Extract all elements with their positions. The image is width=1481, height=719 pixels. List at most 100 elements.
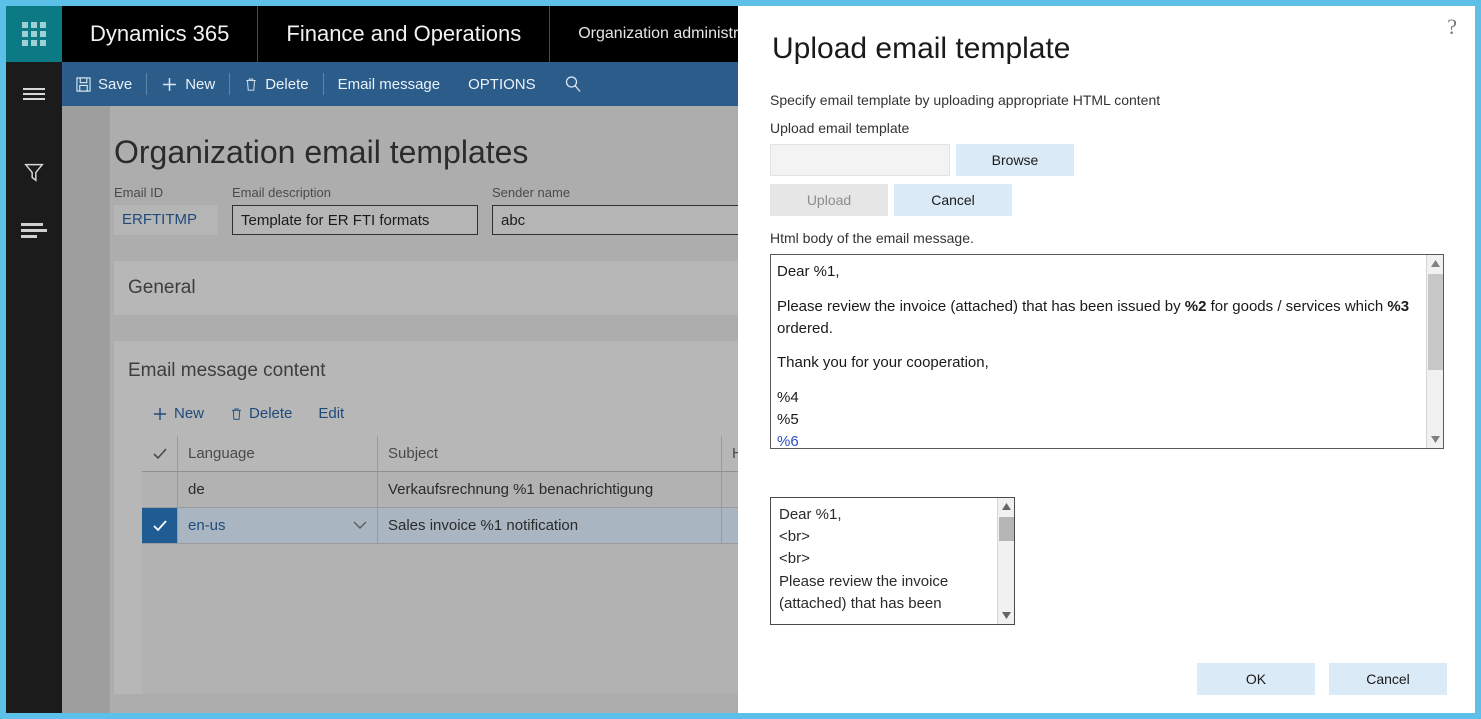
file-picker-row: Browse: [738, 136, 1475, 176]
email-description-input[interactable]: Template for ER FTI formats: [232, 205, 478, 235]
scroll-down-arrow-icon[interactable]: [1427, 431, 1444, 448]
browse-button[interactable]: Browse: [956, 144, 1074, 176]
html-body-token-5: %5: [777, 409, 1433, 431]
grid-edit-button[interactable]: Edit: [308, 401, 354, 426]
new-label: New: [185, 76, 215, 93]
upload-field-label: Upload email template: [738, 108, 1475, 136]
html-body-paragraph-3: Thank you for your cooperation,: [777, 352, 1433, 374]
column-header-language[interactable]: Language: [178, 436, 378, 471]
save-disk-icon: [76, 77, 91, 92]
p2-token-3: %3: [1387, 298, 1409, 315]
trash-icon: [230, 407, 243, 421]
options-tab[interactable]: OPTIONS: [454, 62, 550, 106]
cell-language[interactable]: en-us: [178, 508, 378, 543]
html-body-token-4: %4: [777, 387, 1433, 409]
html-body-token-6: %6: [777, 431, 1433, 450]
save-button[interactable]: Save: [62, 62, 146, 106]
scrollbar-thumb[interactable]: [999, 517, 1014, 541]
funnel-filter-icon: [23, 161, 45, 183]
html-body-label: Html body of the email message.: [738, 216, 1475, 246]
row-select-checkbox[interactable]: [142, 472, 178, 507]
scrollbar-thumb[interactable]: [1428, 274, 1443, 370]
section-email-message-content-label: Email message content: [128, 360, 326, 382]
preview-line: <br>: [779, 526, 1006, 548]
cell-subject[interactable]: Verkaufsrechnung %1 benachrichtigung: [378, 472, 722, 507]
p2-mid: for goods / services which: [1206, 298, 1387, 315]
upload-button: Upload: [770, 184, 888, 216]
cell-language-text: en-us: [188, 517, 226, 534]
html-source-preview-content: Dear %1, <br> <br> Please review the inv…: [771, 498, 1014, 615]
row-select-checkbox[interactable]: [142, 508, 178, 543]
left-navigation-rail: [6, 62, 62, 713]
save-label: Save: [98, 76, 132, 93]
p2-token-2: %2: [1185, 298, 1207, 315]
delete-label: Delete: [265, 76, 308, 93]
cell-language[interactable]: de: [178, 472, 378, 507]
upload-action-row: Upload Cancel: [738, 176, 1475, 216]
grid-delete-label: Delete: [249, 405, 292, 422]
email-id-value[interactable]: ERFTITMP: [114, 205, 218, 235]
section-general-label: General: [128, 277, 196, 299]
hamburger-menu-icon: [23, 85, 45, 103]
field-label: Email ID: [114, 185, 218, 200]
select-all-checkbox[interactable]: [142, 436, 178, 471]
preview-scrollbar[interactable]: [997, 498, 1014, 624]
file-path-input[interactable]: [770, 144, 950, 176]
grid-edit-label: Edit: [318, 405, 344, 422]
ok-button[interactable]: OK: [1197, 663, 1315, 695]
upload-email-template-dialog: ? Upload email template Specify email te…: [738, 6, 1475, 713]
scroll-up-arrow-icon[interactable]: [1427, 255, 1443, 272]
field-email-id: Email ID ERFTITMP: [114, 185, 218, 235]
dialog-footer: OK Cancel: [738, 663, 1475, 695]
checkmark-icon: [152, 447, 168, 461]
dialog-title: Upload email template: [738, 6, 1475, 66]
grid-new-button[interactable]: New: [142, 401, 214, 426]
cancel-button[interactable]: Cancel: [1329, 663, 1447, 695]
trash-icon: [244, 77, 258, 92]
html-source-preview[interactable]: Dear %1, <br> <br> Please review the inv…: [770, 497, 1015, 625]
checkmark-icon: [152, 519, 168, 533]
list-lines-icon: [21, 220, 47, 241]
p2-pre: Please review the invoice (attached) tha…: [777, 298, 1185, 315]
question-mark-help-icon[interactable]: ?: [1447, 14, 1457, 40]
html-body-content: Dear %1, Please review the invoice (atta…: [771, 255, 1443, 449]
upload-cancel-button[interactable]: Cancel: [894, 184, 1012, 216]
plus-icon: [152, 406, 168, 422]
html-body-scrollbar[interactable]: [1426, 255, 1443, 448]
chevron-down-icon[interactable]: [353, 521, 367, 530]
filter-pane[interactable]: [6, 150, 62, 194]
module-title[interactable]: Finance and Operations: [258, 6, 550, 62]
email-message-label: Email message: [338, 76, 441, 93]
dialog-description: Specify email template by uploading appr…: [738, 66, 1475, 108]
field-label: Email description: [232, 185, 478, 200]
plus-icon: [161, 76, 178, 93]
scroll-up-arrow-icon[interactable]: [998, 498, 1014, 515]
new-button[interactable]: New: [147, 62, 229, 106]
preview-line: Dear %1,: [779, 504, 1006, 526]
html-body-paragraph-2: Please review the invoice (attached) tha…: [777, 296, 1433, 340]
delete-button[interactable]: Delete: [230, 62, 322, 106]
options-label: OPTIONS: [468, 76, 536, 93]
grid-new-label: New: [174, 405, 204, 422]
p2-post: ordered.: [777, 320, 833, 337]
cell-language-text: de: [188, 481, 205, 498]
grid-delete-button[interactable]: Delete: [220, 401, 302, 426]
html-body-line-1: Dear %1,: [777, 261, 1433, 283]
preview-line: (attached) that has been: [779, 593, 1006, 615]
navigation-toggle[interactable]: [6, 72, 62, 116]
scroll-down-arrow-icon[interactable]: [998, 607, 1015, 624]
preview-line: <br>: [779, 548, 1006, 570]
brand-title[interactable]: Dynamics 365: [62, 6, 258, 62]
list-options[interactable]: [6, 208, 62, 252]
email-message-tab[interactable]: Email message: [324, 62, 455, 106]
cell-subject[interactable]: Sales invoice %1 notification: [378, 508, 722, 543]
waffle-grid: [22, 22, 46, 46]
search-magnifier-icon: [564, 75, 582, 93]
application-window: Dynamics 365 Finance and Operations Orga…: [0, 0, 1481, 719]
preview-line: Please review the invoice: [779, 571, 1006, 593]
search-button[interactable]: [550, 62, 596, 106]
field-email-description: Email description Template for ER FTI fo…: [232, 185, 478, 235]
app-launcher-waffle-icon[interactable]: [6, 6, 62, 62]
html-body-textarea[interactable]: Dear %1, Please review the invoice (atta…: [770, 254, 1444, 449]
column-header-subject[interactable]: Subject: [378, 436, 722, 471]
